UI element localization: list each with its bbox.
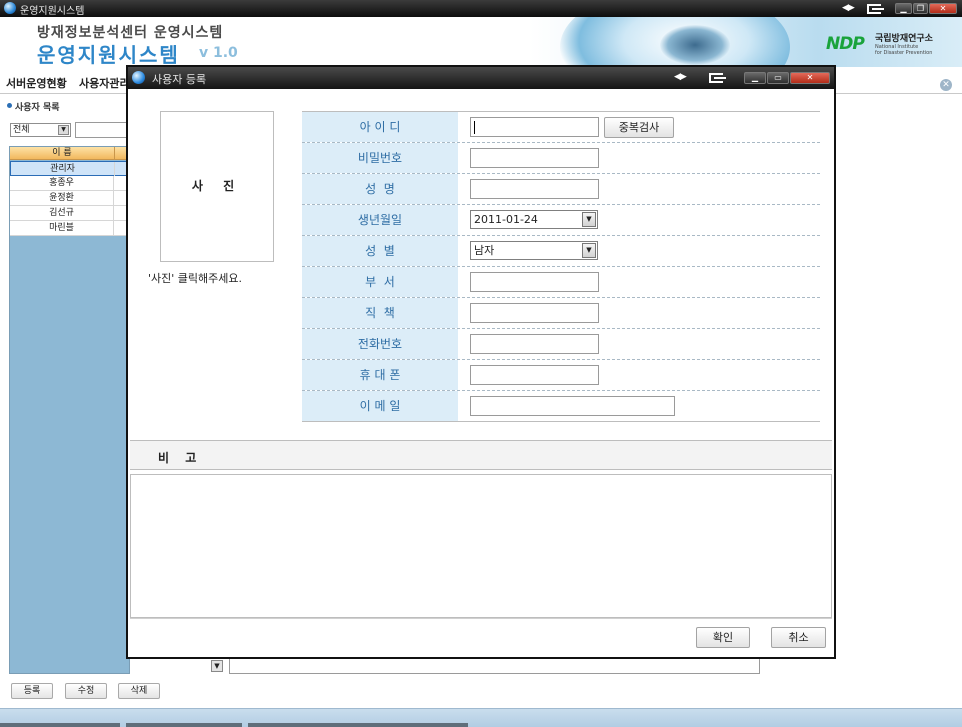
exit-icon[interactable] bbox=[709, 73, 726, 83]
form-row-id: 아 이 디 중복검사 bbox=[302, 112, 820, 143]
duplicate-check-button[interactable]: 중복검사 bbox=[604, 117, 674, 138]
chevron-down-icon[interactable]: ▼ bbox=[582, 243, 596, 258]
table-row[interactable]: 윤정환 bbox=[10, 191, 130, 206]
status-segment bbox=[0, 723, 120, 727]
user-grid: 이 름 관리자 홍종우 윤정환 김선규 마린블 bbox=[9, 146, 130, 674]
gender-select[interactable]: 남자 ▼ bbox=[470, 241, 598, 260]
resize-arrows-icon[interactable]: ◀▶ bbox=[842, 3, 855, 13]
dialog-maximize-button[interactable]: ▭ bbox=[767, 72, 789, 84]
department-field[interactable] bbox=[470, 272, 599, 292]
water-drop-graphic bbox=[660, 25, 730, 65]
dialog-title: 사용자 등록 bbox=[152, 73, 207, 86]
birthdate-picker[interactable]: 2011-01-24 ▼ bbox=[470, 210, 598, 229]
bottom-field[interactable] bbox=[229, 657, 760, 674]
institute-name-en: National Institute for Disaster Preventi… bbox=[875, 44, 933, 56]
status-segment bbox=[126, 723, 242, 727]
id-field[interactable] bbox=[470, 117, 599, 137]
register-button[interactable]: 등록 bbox=[11, 683, 53, 699]
maximize-button[interactable]: ❐ bbox=[913, 3, 928, 14]
photo-label: 사 진 bbox=[191, 179, 243, 193]
form-row-position: 직 책 bbox=[302, 298, 820, 329]
institute-name-kr: 국립방재연구소 bbox=[875, 34, 933, 44]
app-window-title: 운영지원시스템 bbox=[20, 6, 85, 17]
header-title: 운영지원시스템 bbox=[37, 43, 180, 67]
scroll-down-icon[interactable]: ▼ bbox=[211, 660, 223, 672]
confirm-button[interactable]: 확인 bbox=[696, 627, 750, 648]
dialog-logo-icon bbox=[132, 71, 145, 84]
form-row-department: 부 서 bbox=[302, 267, 820, 298]
app-titlebar: 운영지원시스템 ◀▶ ▁ ❐ ✕ bbox=[0, 0, 962, 17]
mobile-field[interactable] bbox=[470, 365, 599, 385]
position-label: 직 책 bbox=[302, 298, 458, 328]
resize-arrows-icon[interactable]: ◀▶ bbox=[674, 72, 687, 82]
form-row-mobile: 휴 대 폰 bbox=[302, 360, 820, 391]
header-version: v 1.0 bbox=[199, 45, 238, 61]
photo-hint: '사진' 클릭해주세요. bbox=[148, 272, 243, 285]
user-list-panel: 사용자 목록 전체 ▼ 이 름 관리자 홍종우 윤정환 김선규 마린블 bbox=[0, 94, 135, 674]
ndp-logo: NDP bbox=[826, 34, 865, 54]
table-row[interactable]: 관리자 bbox=[10, 161, 130, 176]
minimize-button[interactable]: ▁ bbox=[895, 3, 912, 14]
remarks-textarea[interactable] bbox=[130, 474, 832, 618]
user-list-caption: 사용자 목록 bbox=[7, 100, 60, 113]
gender-label: 성 별 bbox=[302, 236, 458, 266]
table-row[interactable]: 홍종우 bbox=[10, 176, 130, 191]
status-segment bbox=[248, 723, 468, 727]
dialog-minimize-button[interactable]: ▁ bbox=[744, 72, 766, 84]
table-row[interactable]: 마린블 bbox=[10, 221, 130, 236]
exit-icon[interactable] bbox=[867, 4, 884, 14]
form-row-password: 비밀번호 bbox=[302, 143, 820, 174]
phone-label: 전화번호 bbox=[302, 329, 458, 359]
edit-button[interactable]: 수정 bbox=[65, 683, 107, 699]
chevron-down-icon[interactable]: ▼ bbox=[58, 125, 69, 135]
grid-header-name[interactable]: 이 름 bbox=[10, 147, 114, 160]
chevron-down-icon[interactable]: ▼ bbox=[582, 212, 596, 227]
name-field[interactable] bbox=[470, 179, 599, 199]
email-field[interactable] bbox=[470, 396, 675, 416]
form-row-name: 성 명 bbox=[302, 174, 820, 205]
position-field[interactable] bbox=[470, 303, 599, 323]
status-bar bbox=[0, 708, 962, 727]
form-row-gender: 성 별 남자 ▼ bbox=[302, 236, 820, 267]
photo-box[interactable]: 사 진 bbox=[160, 111, 274, 262]
remarks-header: 비 고 bbox=[130, 440, 832, 470]
mobile-label: 휴 대 폰 bbox=[302, 360, 458, 390]
user-register-dialog: 사용자 등록 ◀▶ ▁ ▭ ✕ 사 진 '사진' 클릭해주세요. 아 이 디 중… bbox=[126, 65, 836, 659]
id-label: 아 이 디 bbox=[302, 112, 458, 142]
password-label: 비밀번호 bbox=[302, 143, 458, 173]
user-filter-select[interactable]: 전체 ▼ bbox=[10, 123, 71, 137]
tab-close-icon[interactable]: ✕ bbox=[940, 79, 952, 91]
form-row-birthdate: 생년월일 2011-01-24 ▼ bbox=[302, 205, 820, 236]
close-button[interactable]: ✕ bbox=[929, 3, 957, 14]
dialog-titlebar: 사용자 등록 ◀▶ ▁ ▭ ✕ bbox=[128, 67, 834, 89]
footer-divider bbox=[130, 618, 832, 619]
form-row-email: 이 메 일 bbox=[302, 391, 820, 422]
table-row[interactable]: 김선규 bbox=[10, 206, 130, 221]
tab-server-status[interactable]: 서버운영현황 bbox=[6, 75, 67, 91]
cancel-button[interactable]: 취소 bbox=[771, 627, 826, 648]
delete-button[interactable]: 삭제 bbox=[118, 683, 160, 699]
password-field[interactable] bbox=[470, 148, 599, 168]
dialog-close-button[interactable]: ✕ bbox=[790, 72, 830, 84]
birthdate-label: 생년월일 bbox=[302, 205, 458, 235]
email-label: 이 메 일 bbox=[302, 391, 458, 421]
app-header-banner: 방재정보분석센터 운영시스템 운영지원시스템 v 1.0 NDP 국립방재연구소… bbox=[0, 17, 962, 67]
department-label: 부 서 bbox=[302, 267, 458, 297]
name-label: 성 명 bbox=[302, 174, 458, 204]
app-logo-icon bbox=[4, 2, 16, 14]
phone-field[interactable] bbox=[470, 334, 599, 354]
remarks-label: 비 고 bbox=[158, 451, 203, 465]
tab-user-management[interactable]: 사용자관리 bbox=[79, 75, 130, 91]
form-row-phone: 전화번호 bbox=[302, 329, 820, 360]
